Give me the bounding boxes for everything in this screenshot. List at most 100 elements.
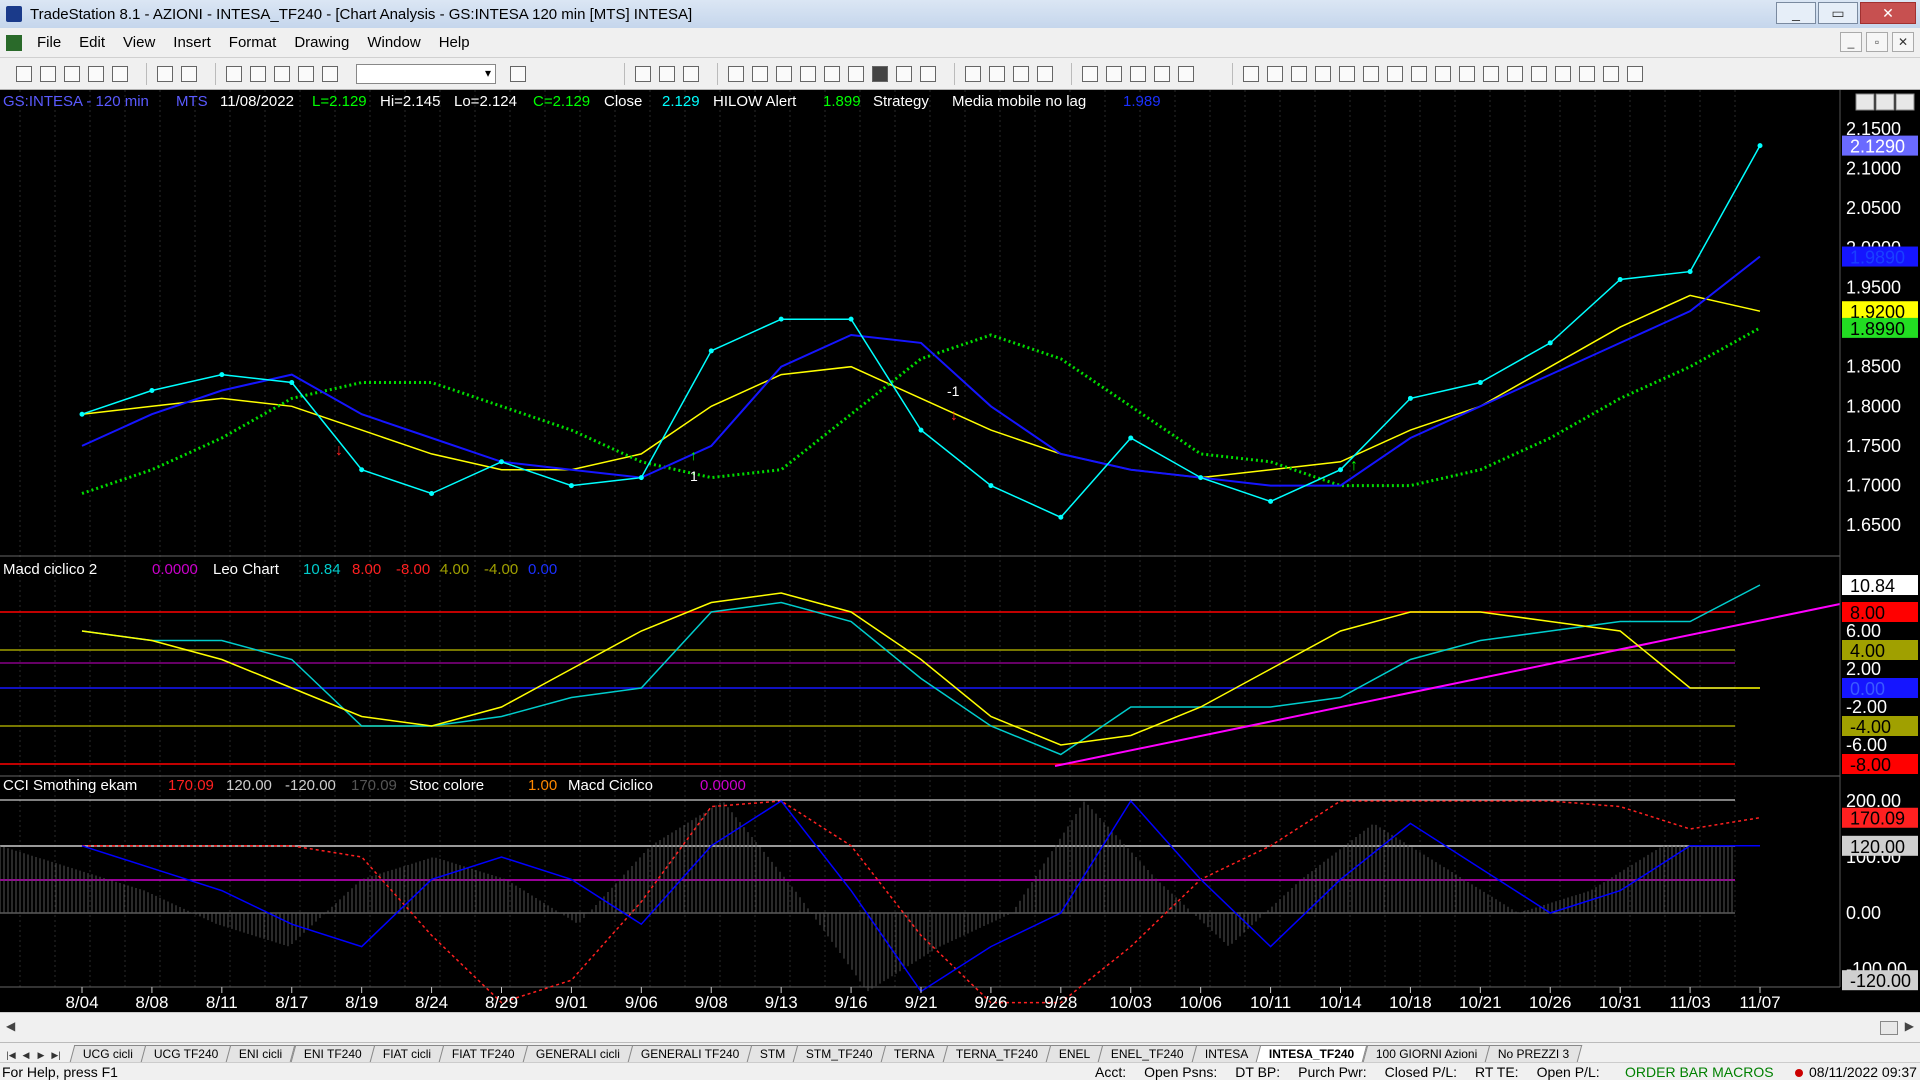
matrix-icon[interactable] xyxy=(848,65,864,82)
menu-help[interactable]: Help xyxy=(430,34,479,51)
workspace-tab[interactable]: STM_TF240 xyxy=(793,1045,887,1062)
workspace-tab[interactable]: UCG cicli xyxy=(69,1045,147,1062)
chart-document-icon[interactable] xyxy=(6,34,22,51)
menu-file[interactable]: File xyxy=(28,34,70,51)
symbol-combo[interactable] xyxy=(356,63,496,84)
minimize-button[interactable]: _ xyxy=(1776,2,1816,24)
new-icon[interactable] xyxy=(16,65,32,82)
menu-insert[interactable]: Insert xyxy=(164,34,220,51)
analysis-icon[interactable] xyxy=(800,65,816,82)
hlc-bar-icon[interactable] xyxy=(920,65,936,82)
gann-icon[interactable] xyxy=(1387,65,1403,82)
vertical-line-icon[interactable] xyxy=(1267,65,1283,82)
horizontal-line-icon[interactable] xyxy=(1291,65,1307,82)
pane-close-button[interactable] xyxy=(1895,93,1915,111)
chart-icon[interactable] xyxy=(635,65,651,82)
workspace-tab[interactable]: STM xyxy=(746,1045,799,1062)
workspace-tab[interactable]: ENEL xyxy=(1045,1045,1104,1062)
menu-drawing[interactable]: Drawing xyxy=(285,34,358,51)
lock-icon[interactable] xyxy=(274,65,290,82)
ellipse-icon[interactable] xyxy=(1579,65,1595,82)
parallel-lines-icon[interactable] xyxy=(1459,65,1475,82)
workspace-tab[interactable]: UCG TF240 xyxy=(140,1045,232,1062)
print-icon[interactable] xyxy=(181,65,197,82)
workspace-tab[interactable]: GENERALI TF240 xyxy=(627,1045,753,1062)
tab-prev-icon[interactable]: ◀ xyxy=(19,1048,33,1062)
trendline-icon[interactable] xyxy=(1243,65,1259,82)
speed-lines-icon[interactable] xyxy=(1507,65,1523,82)
indicator-icon[interactable] xyxy=(728,65,744,82)
arrow-up-icon[interactable] xyxy=(1555,65,1571,82)
refresh-icon[interactable] xyxy=(1178,65,1194,82)
fibonacci-icon[interactable] xyxy=(1339,65,1355,82)
color-palette-icon[interactable] xyxy=(322,65,338,82)
workspace-tab[interactable]: TERNA xyxy=(880,1045,949,1062)
scanner-icon[interactable] xyxy=(824,65,840,82)
radar-icon[interactable] xyxy=(659,65,675,82)
workspace-tab[interactable]: TERNA_TF240 xyxy=(942,1045,1052,1062)
scroll-right-icon[interactable] xyxy=(989,65,1005,82)
find-icon[interactable] xyxy=(510,65,526,82)
rectangle-icon[interactable] xyxy=(1603,65,1619,82)
print-preview-icon[interactable] xyxy=(157,65,173,82)
drawing-tool-icon[interactable] xyxy=(298,65,314,82)
tab-first-icon[interactable]: |◀ xyxy=(4,1048,18,1062)
pointer-icon[interactable] xyxy=(1082,65,1098,82)
bar-chart-icon[interactable] xyxy=(872,65,888,82)
tab-last-icon[interactable]: ▶| xyxy=(49,1048,63,1062)
angle-icon[interactable] xyxy=(1411,65,1427,82)
channel-icon[interactable] xyxy=(1363,65,1379,82)
strategy-icon[interactable] xyxy=(752,65,768,82)
workspace-tab[interactable]: INTESA_TF240 xyxy=(1255,1045,1368,1062)
arrow-icon[interactable] xyxy=(1435,65,1451,82)
macd-trendline[interactable] xyxy=(1054,603,1841,767)
copy-icon[interactable] xyxy=(88,65,104,82)
text-icon[interactable] xyxy=(1315,65,1331,82)
pane-restore-button[interactable] xyxy=(1875,93,1895,111)
menu-window[interactable]: Window xyxy=(358,34,429,51)
workspace-tab[interactable]: 100 GIORNI Azioni xyxy=(1362,1045,1491,1062)
order-bar-macros[interactable]: ORDER BAR MACROS xyxy=(1625,1064,1774,1080)
menu-view[interactable]: View xyxy=(114,34,164,51)
menu-format[interactable]: Format xyxy=(220,34,286,51)
alert-icon[interactable] xyxy=(776,65,792,82)
workspace-tab[interactable]: GENERALI cicli xyxy=(522,1045,633,1062)
doc-close-button[interactable]: ✕ xyxy=(1892,32,1914,52)
doc-restore-button[interactable]: ▫ xyxy=(1866,32,1888,52)
open-icon[interactable] xyxy=(40,65,56,82)
save-icon[interactable] xyxy=(64,65,80,82)
chart-analysis-window[interactable]: ↑ 1 -1 ↓ ↓ ↑ 2.15002.10002.05002.00001.9… xyxy=(0,90,1920,1012)
workspace-tab[interactable]: ENI TF240 xyxy=(290,1045,375,1062)
doc-minimize-button[interactable]: _ xyxy=(1840,32,1862,52)
window-cascade-icon[interactable] xyxy=(250,65,266,82)
workspace-tab[interactable]: FIAT cicli xyxy=(369,1045,445,1062)
maximize-button[interactable]: ▭ xyxy=(1818,2,1858,24)
grid-icon[interactable] xyxy=(683,65,699,82)
text-label-icon[interactable] xyxy=(1627,65,1643,82)
tools-icon[interactable] xyxy=(1130,65,1146,82)
scroll-left-arrow-icon[interactable]: ◀ xyxy=(6,1019,15,1033)
workspace-tab[interactable]: INTESA xyxy=(1191,1045,1262,1062)
workspace-tab[interactable]: ENEL_TF240 xyxy=(1097,1045,1198,1062)
format-icon[interactable] xyxy=(1154,65,1170,82)
close-button[interactable]: ✕ xyxy=(1860,2,1916,24)
arc-icon[interactable] xyxy=(1483,65,1499,82)
candlestick-icon[interactable] xyxy=(896,65,912,82)
scroll-thumb[interactable] xyxy=(1880,1021,1898,1035)
window-tile-icon[interactable] xyxy=(226,65,242,82)
scroll-left-icon[interactable] xyxy=(965,65,981,82)
workspace-tab[interactable]: No PREZZI 3 xyxy=(1484,1045,1583,1062)
horizontal-scrollbar[interactable]: ◀ ▶ xyxy=(0,1012,1920,1042)
workspace-tab[interactable]: FIAT TF240 xyxy=(438,1045,528,1062)
scroll-right-arrow-icon[interactable]: ▶ xyxy=(1905,1019,1914,1033)
data-tips-icon[interactable] xyxy=(1106,65,1122,82)
zoom-out-icon[interactable] xyxy=(1037,65,1053,82)
pane-minimize-button[interactable] xyxy=(1855,93,1875,111)
chart-canvas[interactable]: ↑ 1 -1 ↓ ↓ ↑ 2.15002.10002.05002.00001.9… xyxy=(0,90,1920,1012)
folder-icon[interactable] xyxy=(112,65,128,82)
tab-next-icon[interactable]: ▶ xyxy=(34,1048,48,1062)
zoom-in-icon[interactable] xyxy=(1013,65,1029,82)
arrow-down-icon[interactable] xyxy=(1531,65,1547,82)
menu-edit[interactable]: Edit xyxy=(70,34,114,51)
workspace-tab[interactable]: ENI cicli xyxy=(226,1045,297,1062)
